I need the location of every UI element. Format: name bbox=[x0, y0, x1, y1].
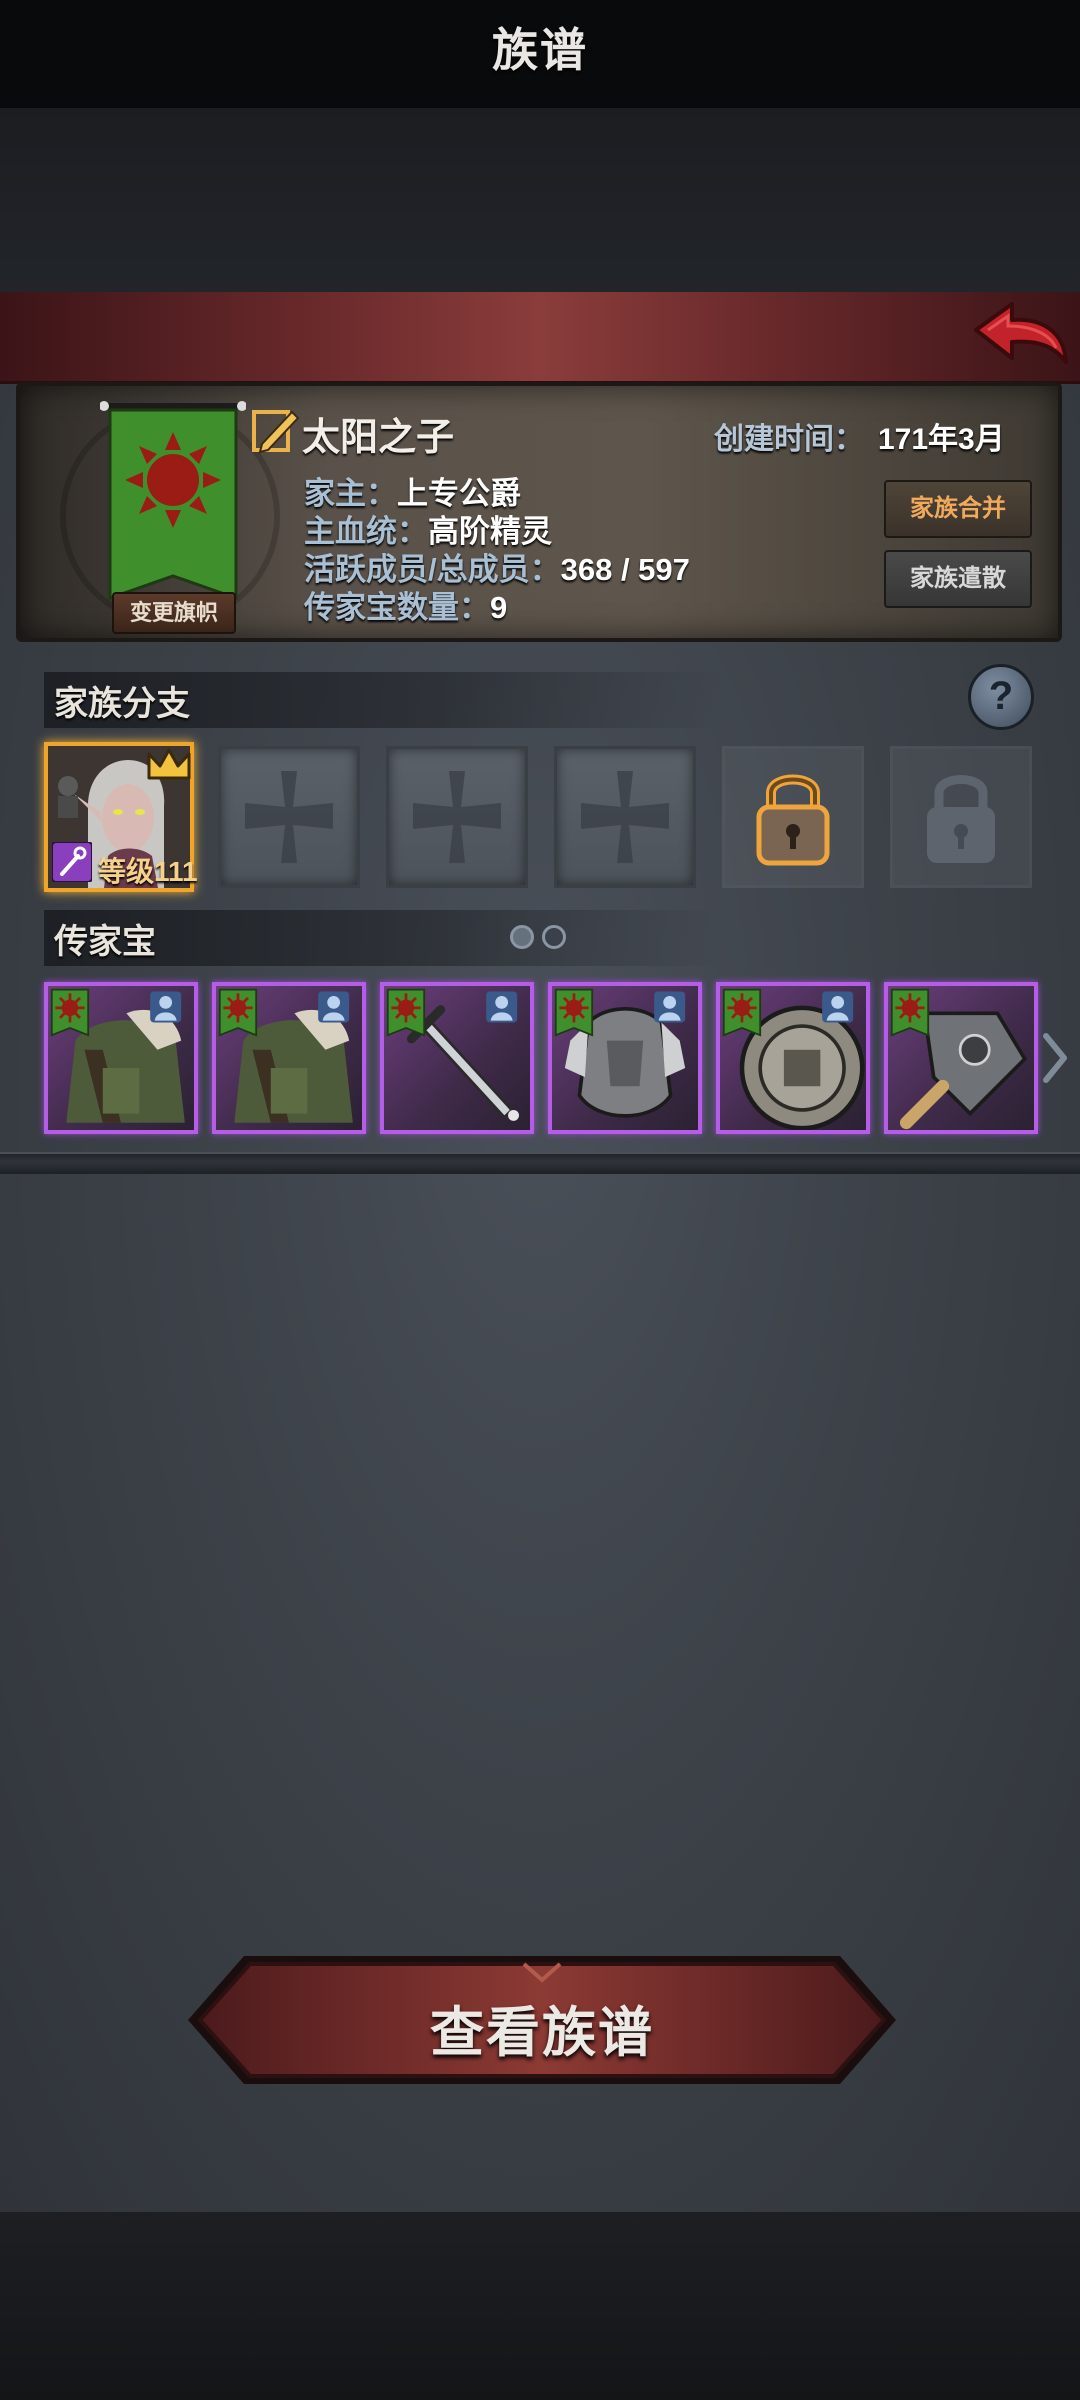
question-mark-icon: ? bbox=[988, 674, 1014, 718]
staff-class-icon bbox=[52, 842, 92, 882]
created-label: 创建时间： bbox=[714, 423, 864, 456]
family-disband-button[interactable]: 家族遣散 bbox=[884, 550, 1032, 608]
page-title: 族谱 bbox=[492, 24, 588, 76]
page-dot-1[interactable] bbox=[510, 925, 534, 949]
plate-armor-icon bbox=[554, 988, 686, 1118]
heirloom-item[interactable] bbox=[44, 982, 198, 1134]
divider bbox=[0, 1152, 1080, 1174]
view-genealogy-label: 查看族谱 bbox=[430, 2003, 654, 2063]
cross-emblem-icon bbox=[581, 771, 669, 863]
heirloom-item[interactable] bbox=[716, 982, 870, 1134]
cleaver-icon bbox=[890, 988, 1028, 1130]
cross-emblem-icon bbox=[245, 771, 333, 863]
heirloom-count-label: 传家宝数量： bbox=[304, 590, 490, 625]
page-dot-2[interactable] bbox=[542, 925, 566, 949]
heirloom-item[interactable] bbox=[212, 982, 366, 1134]
navigation-bar bbox=[0, 2212, 1080, 2400]
heirloom-item[interactable] bbox=[380, 982, 534, 1134]
cross-emblem-icon bbox=[413, 771, 501, 863]
heirloom-count-value: 9 bbox=[490, 590, 508, 625]
padlock-icon bbox=[927, 775, 995, 863]
branch-slot-empty[interactable] bbox=[554, 746, 696, 888]
branch-slot-empty[interactable] bbox=[386, 746, 528, 888]
backdrop bbox=[0, 108, 1080, 298]
created-value: 171年3月 bbox=[878, 423, 1005, 456]
members-value: 368 / 597 bbox=[560, 552, 690, 587]
sword-icon bbox=[386, 988, 519, 1121]
shield-icon bbox=[722, 988, 865, 1130]
heirloom-count-line: 传家宝数量：9 bbox=[304, 582, 507, 627]
screen: 族谱 变更旗帜 太阳之子 创建时间： 171年3月 家主：上专公爵 主血统：高阶… bbox=[0, 0, 1080, 2400]
heirloom-item[interactable] bbox=[548, 982, 702, 1134]
heirlooms-title: 传家宝 bbox=[54, 923, 156, 961]
heirloom-item[interactable] bbox=[884, 982, 1038, 1134]
cloak-armor-icon bbox=[50, 988, 185, 1123]
branch-slot-locked bbox=[890, 746, 1032, 888]
family-banner-icon bbox=[100, 401, 246, 601]
help-button[interactable]: ? bbox=[968, 664, 1034, 730]
hero-level: 等级111 bbox=[98, 856, 198, 887]
edit-icon[interactable] bbox=[248, 404, 302, 458]
crown-icon bbox=[147, 748, 191, 780]
branch-slot-locked-unlockable[interactable] bbox=[722, 746, 864, 888]
cloak-armor-icon bbox=[218, 988, 353, 1123]
branch-slot-empty[interactable] bbox=[218, 746, 360, 888]
family-name: 太阳之子 bbox=[302, 417, 455, 459]
gold-padlock-icon bbox=[756, 774, 830, 866]
branches-title: 家族分支 bbox=[54, 685, 190, 723]
created-time: 创建时间： 171年3月 bbox=[714, 414, 1005, 458]
back-arrow-icon[interactable] bbox=[968, 296, 1072, 378]
title-bar bbox=[0, 292, 1080, 384]
chevron-right-icon[interactable] bbox=[1040, 1030, 1070, 1086]
change-banner-button[interactable]: 变更旗帜 bbox=[112, 592, 236, 634]
family-merge-button[interactable]: 家族合并 bbox=[884, 480, 1032, 538]
